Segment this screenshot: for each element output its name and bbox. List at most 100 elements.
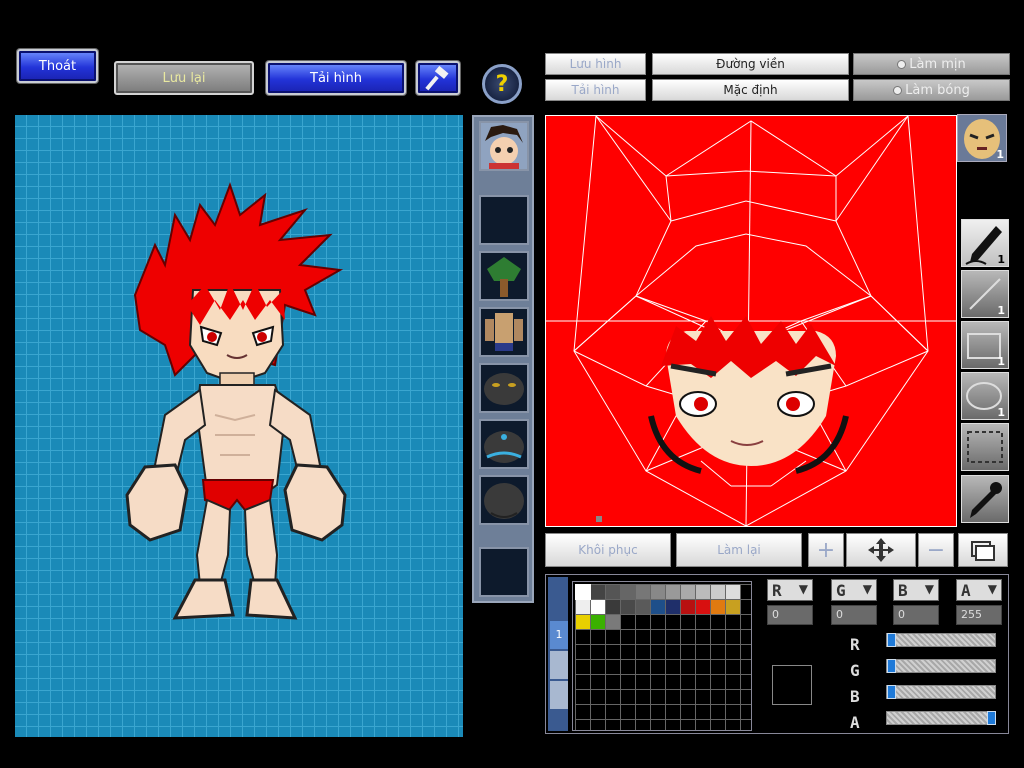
color-swatch[interactable] <box>591 585 605 599</box>
palette-tab-2[interactable] <box>550 651 568 679</box>
exit-button[interactable]: Thoát <box>17 49 98 83</box>
color-swatch[interactable] <box>666 600 680 614</box>
g-label: G <box>836 581 846 600</box>
texture-editor-canvas[interactable] <box>545 115 957 527</box>
color-swatch[interactable] <box>711 585 725 599</box>
b-slider-knob[interactable] <box>887 685 896 699</box>
rectangle-tool[interactable]: 1 <box>961 321 1009 369</box>
color-swatch[interactable] <box>636 585 650 599</box>
g-slider-knob[interactable] <box>887 659 896 673</box>
zoom-out-button[interactable]: − <box>918 533 954 567</box>
ellipse-tool[interactable]: 1 <box>961 372 1009 420</box>
color-swatch[interactable] <box>666 585 680 599</box>
hammer-button[interactable] <box>416 61 460 95</box>
a-channel-select[interactable]: A ▼ <box>956 579 1002 601</box>
save-button[interactable]: Lưu lại <box>114 61 254 95</box>
palette-tab-3[interactable] <box>550 681 568 709</box>
a-slider[interactable] <box>886 711 996 725</box>
layer-button[interactable] <box>958 533 1008 567</box>
plus-icon: + <box>816 537 836 563</box>
eyedropper-icon <box>970 482 1002 518</box>
body-texture-icon <box>485 313 523 351</box>
color-swatch[interactable] <box>726 585 740 599</box>
tree-icon <box>487 257 521 297</box>
move-button[interactable] <box>846 533 916 567</box>
dark-head-icon <box>484 431 524 463</box>
texture-slot-empty[interactable] <box>479 547 529 597</box>
r-channel-select[interactable]: R ▼ <box>767 579 813 601</box>
r-slider-knob[interactable] <box>887 633 896 647</box>
character-model <box>125 182 347 620</box>
color-swatch[interactable] <box>591 615 605 629</box>
load-image-button[interactable]: Tải hình <box>545 79 646 101</box>
hammer-icon <box>425 65 449 91</box>
color-swatch[interactable] <box>576 615 590 629</box>
select-tool[interactable] <box>961 423 1009 471</box>
save-image-button[interactable]: Lưu hình <box>545 53 646 75</box>
texture-slot-dark-head[interactable] <box>479 419 529 469</box>
smooth-option[interactable]: Làm mịn <box>853 53 1010 75</box>
color-swatch[interactable] <box>606 615 620 629</box>
swatch-cells[interactable] <box>575 584 751 730</box>
color-swatch[interactable] <box>575 584 591 600</box>
color-swatch[interactable] <box>621 600 635 614</box>
zoom-in-button[interactable]: + <box>808 533 844 567</box>
color-swatch[interactable] <box>681 585 695 599</box>
color-swatch[interactable] <box>726 600 740 614</box>
color-swatch[interactable] <box>606 585 620 599</box>
palette-tab-1[interactable]: 1 <box>550 621 568 649</box>
b-value-field[interactable]: 0 <box>893 605 939 625</box>
character-preview-canvas[interactable] <box>15 115 463 737</box>
restore-button[interactable]: Khôi phục <box>545 533 671 567</box>
color-swatch[interactable] <box>651 585 665 599</box>
radio-icon <box>897 59 907 69</box>
color-swatch[interactable] <box>606 600 620 614</box>
color-swatch[interactable] <box>711 600 725 614</box>
face-portrait-icon <box>481 123 527 169</box>
color-swatch[interactable] <box>681 600 695 614</box>
smooth-label: Làm mịn <box>909 56 966 72</box>
default-button[interactable]: Mặc định <box>652 79 849 101</box>
texture-slot-empty[interactable] <box>479 195 529 245</box>
help-icon: ? <box>495 71 509 97</box>
outline-button[interactable]: Đường viền <box>652 53 849 75</box>
a-value-field[interactable]: 255 <box>956 605 1002 625</box>
texture-slot-dark-back[interactable] <box>479 475 529 525</box>
color-swatch[interactable] <box>696 600 710 614</box>
g-slider[interactable] <box>886 659 996 673</box>
texture-slot-tree[interactable] <box>479 251 529 301</box>
head-preview-thumbnail[interactable]: 1 <box>957 114 1007 162</box>
color-swatch[interactable] <box>636 600 650 614</box>
texture-slot-face-portrait[interactable] <box>479 121 529 171</box>
texture-slot-dark-face[interactable] <box>479 363 529 413</box>
eyedropper-tool[interactable] <box>961 475 1009 523</box>
r-slider[interactable] <box>886 633 996 647</box>
color-swatch[interactable] <box>621 585 635 599</box>
palette-tabs[interactable]: 1 <box>548 577 568 731</box>
color-swatch[interactable] <box>696 585 710 599</box>
r-value-field[interactable]: 0 <box>767 605 813 625</box>
color-swatch[interactable] <box>651 600 665 614</box>
r-slider-label: R <box>850 635 860 654</box>
pen-tool[interactable]: 1 <box>961 219 1009 267</box>
color-swatch[interactable] <box>576 600 590 614</box>
dark-face-icon <box>484 373 524 405</box>
a-slider-knob[interactable] <box>987 711 996 725</box>
g-channel-select[interactable]: G ▼ <box>831 579 877 601</box>
color-swatch-grid[interactable] <box>572 581 752 731</box>
reload-button[interactable]: Tải hình <box>266 61 406 95</box>
b-channel-select[interactable]: B ▼ <box>893 579 939 601</box>
current-color-swatch <box>772 665 812 705</box>
texture-list[interactable] <box>472 115 534 603</box>
line-tool[interactable]: 1 <box>961 270 1009 318</box>
texture-slot-body[interactable] <box>479 307 529 357</box>
chevron-down-icon: ▼ <box>924 582 934 596</box>
a-slider-label: A <box>850 713 860 732</box>
move-arrows-icon <box>868 538 894 562</box>
color-swatch[interactable] <box>591 600 605 614</box>
shade-option[interactable]: Làm bóng <box>853 79 1010 101</box>
g-value-field[interactable]: 0 <box>831 605 877 625</box>
b-slider[interactable] <box>886 685 996 699</box>
redo-button[interactable]: Làm lại <box>676 533 802 567</box>
help-button[interactable]: ? <box>482 64 522 104</box>
